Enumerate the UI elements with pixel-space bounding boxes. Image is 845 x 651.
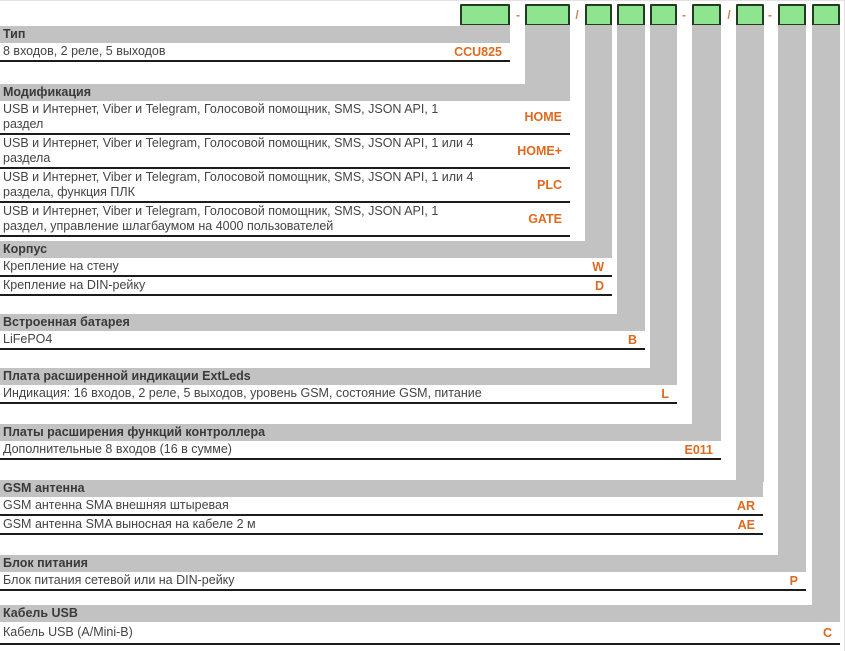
section-header: Блок питания [0,555,806,572]
option-text: Крепление на стену [0,259,612,274]
code-separator-dash: - [677,6,691,24]
option-code: AE [738,518,755,532]
connector-column-case [585,25,612,243]
option-row: Индикация: 16 входов, 2 реле, 5 выходов,… [0,385,677,404]
option-text: Индикация: 16 входов, 2 реле, 5 выходов,… [0,386,677,401]
option-text: Кабель USB (A/Mini-B) [0,623,840,640]
option-row: USB и Интернет, Viber и Telegram, Голосо… [0,101,570,135]
section-type: Тип 8 входов, 2 реле, 5 выходов CCU825 [0,26,510,62]
option-text: GSM антенна SMA внешняя штыревая [0,498,763,513]
connector-column-modification [525,25,570,86]
option-row: Крепление на DIN-рейку D [0,277,612,296]
connector-column-expansion [692,25,721,426]
option-code: B [628,333,637,347]
option-row: USB и Интернет, Viber и Telegram, Голосо… [0,169,570,203]
option-code: D [595,279,604,293]
code-slot-battery [617,4,645,26]
option-text: LiFePO4 [0,332,645,347]
section-battery: Встроенная батарея LiFePO4 B [0,314,645,350]
option-row: LiFePO4 B [0,331,645,350]
section-gsm-antenna: GSM антенна GSM антенна SMA внешняя штыр… [0,480,763,535]
connector-column-power [778,25,806,557]
option-text: USB и Интернет, Viber и Telegram, Голосо… [0,102,570,132]
code-slot-usb-cable [812,4,840,26]
option-code: HOME+ [517,144,562,158]
code-slot-antenna [736,4,764,26]
option-code: PLC [537,178,562,192]
code-slot-type [460,4,510,26]
option-text: USB и Интернет, Viber и Telegram, Голосо… [0,170,570,200]
section-usb-cable: Кабель USB Кабель USB (A/Mini-B) C [0,605,840,645]
connector-column-battery [617,25,645,316]
section-case: Корпус Крепление на стену W Крепление на… [0,241,612,296]
option-code: GATE [528,212,562,226]
section-expansion-boards: Платы расширения функций контроллера Доп… [0,424,721,460]
option-row: Крепление на стену W [0,258,612,277]
option-text: Крепление на DIN-рейку [0,278,612,293]
option-code: C [823,626,832,640]
section-header: Модификация [0,84,570,101]
connector-column-extleds [650,25,677,370]
option-code: E011 [684,443,713,457]
section-header: Платы расширения функций контроллера [0,424,721,441]
option-code: P [790,574,798,588]
section-extleds: Плата расширенной индикации ExtLeds Инди… [0,368,677,404]
section-header: Тип [0,26,510,43]
code-separator-dash: - [763,6,777,24]
option-text: USB и Интернет, Viber и Telegram, Голосо… [0,136,570,166]
ordering-code-diagram: - / - / - Тип 8 входов, 2 реле, 5 выходо… [0,0,845,651]
code-separator-slash: / [722,6,736,24]
section-header: Встроенная батарея [0,314,645,331]
section-modification: Модификация USB и Интернет, Viber и Tele… [0,84,570,237]
connector-column-antenna [736,25,764,482]
code-slot-power [778,4,806,26]
option-text: Блок питания сетевой или на DIN-рейку [0,573,806,588]
option-row: USB и Интернет, Viber и Telegram, Голосо… [0,135,570,169]
option-code: L [661,387,669,401]
section-power-supply: Блок питания Блок питания сетевой или на… [0,555,806,591]
section-header: GSM антенна [0,480,763,497]
section-header: Кабель USB [0,605,840,622]
code-separator-slash: / [570,6,584,24]
option-row: USB и Интернет, Viber и Telegram, Голосо… [0,203,570,237]
connector-column-usb-cable [812,25,840,607]
option-code: AR [737,499,755,513]
option-code: CCU825 [454,45,502,59]
option-row: Блок питания сетевой или на DIN-рейку P [0,572,806,591]
option-row: GSM антенна SMA выносная на кабеле 2 м A… [0,516,763,535]
code-slot-extleds [650,4,677,26]
code-separator-dash: - [511,6,525,24]
option-row: 8 входов, 2 реле, 5 выходов CCU825 [0,43,510,62]
code-slot-modification [525,4,570,26]
option-text: Дополнительные 8 входов (16 в сумме) [0,442,721,457]
option-code: W [592,260,604,274]
option-text: USB и Интернет, Viber и Telegram, Голосо… [0,204,570,234]
option-row: GSM антенна SMA внешняя штыревая AR [0,497,763,516]
option-code: HOME [525,110,563,124]
option-row: Дополнительные 8 входов (16 в сумме) E01… [0,441,721,460]
section-header: Корпус [0,241,612,258]
option-text: 8 входов, 2 реле, 5 выходов [0,44,510,59]
code-slot-case [585,4,612,26]
section-header: Плата расширенной индикации ExtLeds [0,368,677,385]
code-slot-expansion [692,4,721,26]
option-row: Кабель USB (A/Mini-B) C [0,622,840,645]
option-text: GSM антенна SMA выносная на кабеле 2 м [0,517,763,532]
